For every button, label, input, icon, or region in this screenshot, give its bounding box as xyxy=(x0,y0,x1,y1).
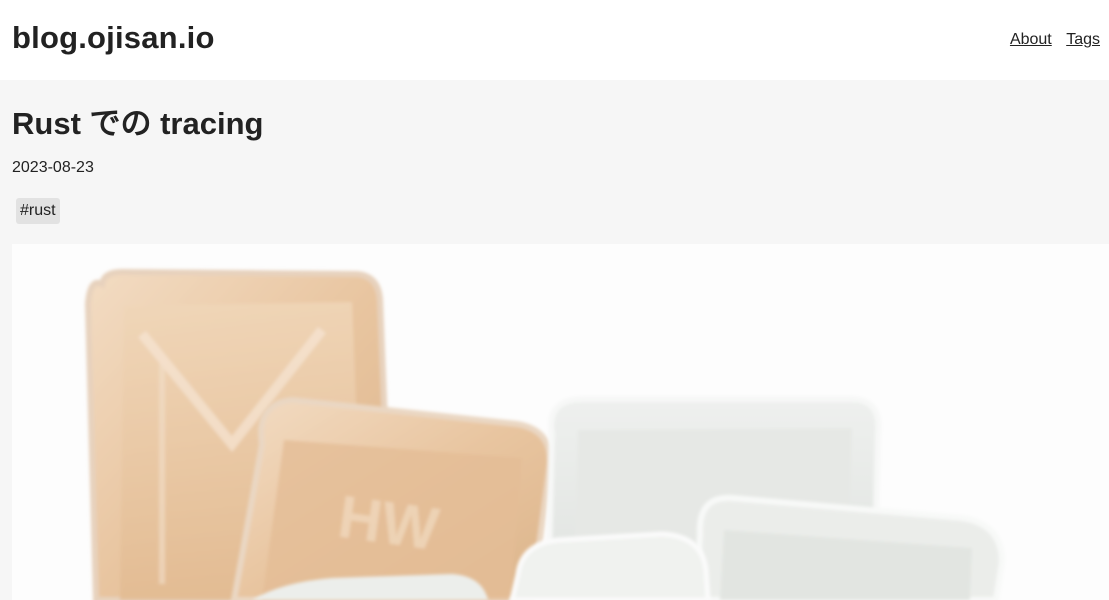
site-nav: About Tags xyxy=(1000,31,1100,49)
hero-image: HW xyxy=(12,244,1109,600)
post-title: Rust での tracing xyxy=(12,106,264,141)
post-date: 2023-08-23 xyxy=(12,159,94,176)
foam-trays-illustration: HW xyxy=(12,244,1109,600)
tag-rust[interactable]: #rust xyxy=(16,198,60,224)
nav-link-tags[interactable]: Tags xyxy=(1066,31,1100,48)
svg-text:HW: HW xyxy=(334,483,443,563)
site-header: blog.ojisan.io About Tags xyxy=(0,0,1109,80)
nav-link-about[interactable]: About xyxy=(1010,31,1052,48)
post-main: Rust での tracing 2023-08-23 #rust HW xyxy=(0,80,1109,600)
site-title-link[interactable]: blog.ojisan.io xyxy=(12,20,215,56)
